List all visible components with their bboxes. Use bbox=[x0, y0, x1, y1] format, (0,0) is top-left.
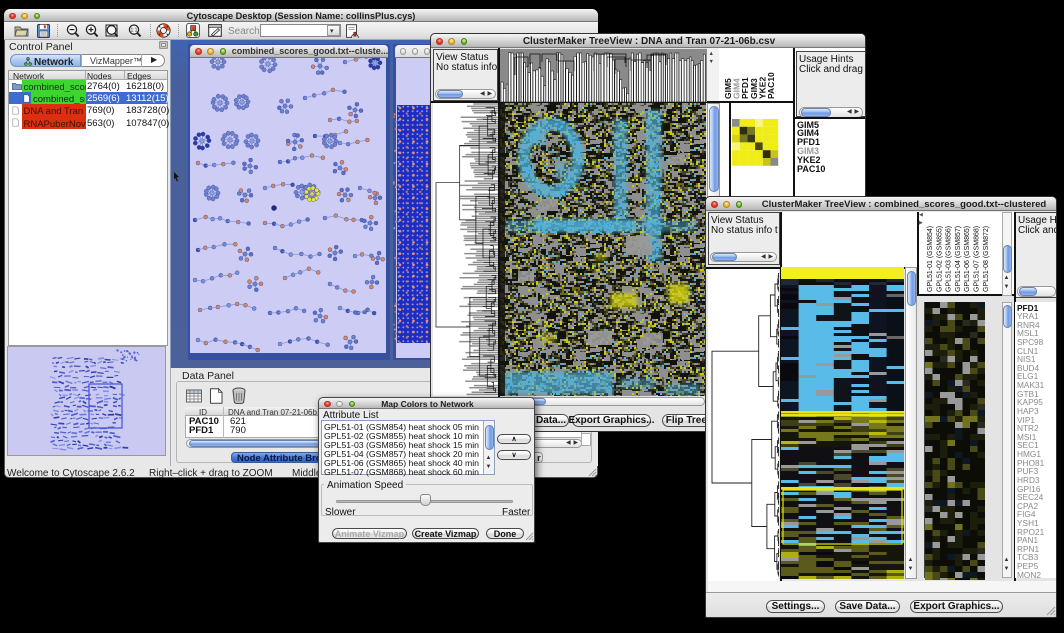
svg-text:GIM3: GIM3 bbox=[749, 78, 759, 99]
svg-text:PFD1: PFD1 bbox=[740, 77, 750, 99]
svg-text:GPL51-02 (GSM855): GPL51-02 (GSM855) bbox=[936, 226, 943, 292]
svg-text:GPL51-01 (GSM854): GPL51-01 (GSM854) bbox=[927, 226, 934, 292]
svg-text:PAC10: PAC10 bbox=[766, 72, 776, 99]
svg-text:GPL51-04 (GSM857): GPL51-04 (GSM857) bbox=[955, 226, 962, 292]
svg-text:GIM4: GIM4 bbox=[732, 78, 742, 99]
svg-text:GPL51-07 (GSM868): GPL51-07 (GSM868) bbox=[974, 226, 981, 292]
svg-text:GPL51-06 (GSM865): GPL51-06 (GSM865) bbox=[964, 226, 971, 292]
svg-text:GPL51-08 (GSM872): GPL51-08 (GSM872) bbox=[983, 226, 990, 292]
svg-text:1:1: 1:1 bbox=[131, 28, 138, 34]
svg-text:GIM5: GIM5 bbox=[723, 78, 733, 99]
svg-text:YKE2: YKE2 bbox=[757, 77, 767, 99]
svg-text:GPL51-03 (GSM856): GPL51-03 (GSM856) bbox=[946, 226, 953, 292]
